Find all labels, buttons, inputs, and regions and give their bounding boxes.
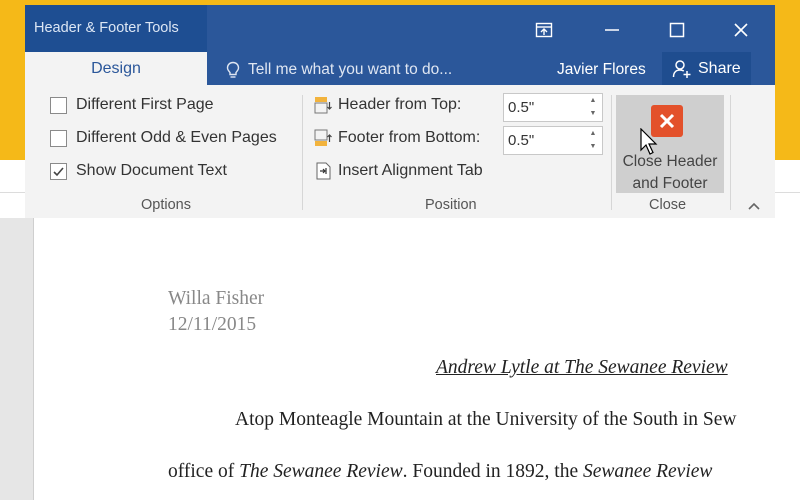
user-name[interactable]: Javier Flores bbox=[557, 58, 646, 82]
position-group-label: Position bbox=[425, 197, 477, 213]
insert-alignment-tab-label: Insert Alignment Tab bbox=[338, 162, 483, 179]
checkbox-box-checked bbox=[50, 162, 67, 180]
checkbox-label: Show Document Text bbox=[76, 162, 227, 179]
group-separator bbox=[611, 95, 612, 210]
minimize-icon bbox=[605, 29, 619, 31]
mouse-cursor-icon bbox=[640, 128, 658, 155]
maximize-button[interactable] bbox=[660, 13, 694, 47]
spin-down-icon[interactable]: ▼ bbox=[584, 107, 602, 120]
share-button[interactable]: Share bbox=[662, 52, 751, 85]
show-document-text-checkbox[interactable]: Show Document Text bbox=[50, 162, 227, 180]
tell-me-text: Tell me what you want to do... bbox=[248, 61, 453, 78]
header-from-top-spinner[interactable]: 0.5" ▲ ▼ bbox=[503, 93, 603, 122]
collapse-ribbon-icon[interactable] bbox=[747, 201, 761, 211]
document-area: Willa Fisher 12/11/2015 Andrew Lytle at … bbox=[0, 218, 800, 500]
document-page[interactable]: Willa Fisher 12/11/2015 Andrew Lytle at … bbox=[33, 218, 800, 500]
ribbon-display-options-button[interactable] bbox=[527, 13, 561, 47]
body-line-2: office of The Sewanee Review. Founded in… bbox=[168, 461, 713, 482]
footer-from-bottom-spinner[interactable]: 0.5" ▲ ▼ bbox=[503, 126, 603, 155]
ribbon: Different First Page Different Odd & Eve… bbox=[25, 85, 775, 218]
close-header-footer-button[interactable]: Close Header and Footer bbox=[616, 95, 724, 193]
close-window-button[interactable] bbox=[724, 13, 758, 47]
group-separator bbox=[302, 95, 303, 210]
header-from-top-label-row: Header from Top: bbox=[314, 96, 461, 114]
checkmark-icon bbox=[53, 166, 64, 176]
tell-me-box[interactable]: Tell me what you want to do... bbox=[226, 58, 452, 82]
footer-position-icon bbox=[314, 129, 332, 146]
footer-from-bottom-label-row: Footer from Bottom: bbox=[314, 129, 480, 147]
checkbox-box bbox=[50, 129, 67, 147]
header-position-icon bbox=[314, 97, 332, 114]
close-group-label: Close bbox=[649, 197, 687, 213]
group-separator bbox=[730, 95, 731, 210]
footer-from-bottom-label: Footer from Bottom: bbox=[338, 129, 481, 146]
title-bar: Header & Footer Tools Design Tell me wha… bbox=[25, 5, 775, 85]
tab-design[interactable]: Design bbox=[25, 52, 207, 85]
ribbon-display-icon bbox=[535, 22, 553, 38]
minimize-button[interactable] bbox=[595, 13, 629, 47]
insert-alignment-tab-button[interactable]: Insert Alignment Tab bbox=[314, 162, 483, 180]
footer-from-bottom-value: 0.5" bbox=[508, 132, 535, 149]
different-first-page-checkbox[interactable]: Different First Page bbox=[50, 96, 214, 114]
maximize-icon bbox=[669, 22, 685, 38]
checkbox-label: Different Odd & Even Pages bbox=[76, 129, 277, 146]
header-date: 12/11/2015 bbox=[168, 314, 257, 335]
header-name: Willa Fisher bbox=[168, 288, 265, 309]
spin-up-icon[interactable]: ▲ bbox=[584, 127, 602, 140]
checkbox-box bbox=[50, 96, 67, 114]
spin-up-icon[interactable]: ▲ bbox=[584, 94, 602, 107]
contextual-tab-group: Header & Footer Tools bbox=[25, 5, 207, 52]
spin-down-icon[interactable]: ▼ bbox=[584, 140, 602, 153]
document-title: Andrew Lytle at The Sewanee Review bbox=[436, 357, 728, 378]
header-from-top-value: 0.5" bbox=[508, 99, 535, 116]
options-group-label: Options bbox=[141, 197, 191, 213]
body-line-1: Atop Monteagle Mountain at the Universit… bbox=[235, 409, 737, 430]
header-from-top-label: Header from Top: bbox=[338, 96, 462, 113]
lightbulb-icon bbox=[226, 61, 240, 78]
close-icon bbox=[734, 23, 748, 37]
share-label: Share bbox=[698, 59, 741, 77]
close-header-footer-label: Close Header and Footer bbox=[622, 153, 718, 192]
word-window: Header & Footer Tools Design Tell me wha… bbox=[25, 5, 775, 218]
different-odd-even-checkbox[interactable]: Different Odd & Even Pages bbox=[50, 129, 277, 147]
checkbox-label: Different First Page bbox=[76, 96, 214, 113]
alignment-tab-icon bbox=[316, 162, 331, 180]
person-add-icon bbox=[672, 59, 691, 78]
